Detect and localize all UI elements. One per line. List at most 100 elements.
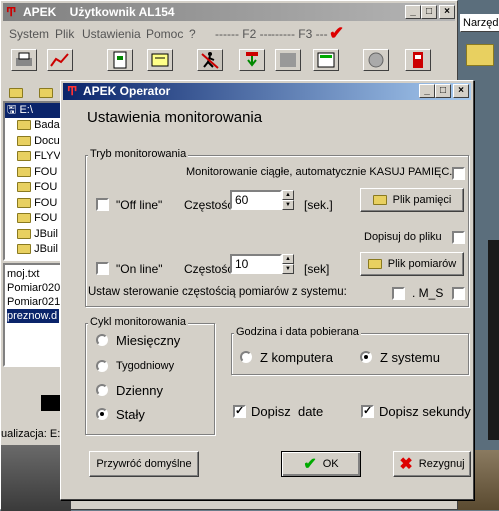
settings-dialog: Ͳ APEK Operator _ □ × Ustawienia monitor… bbox=[60, 80, 474, 500]
dialog-logo-icon: Ͳ bbox=[67, 84, 78, 98]
cycle-label-weekly: Tygodniowy bbox=[116, 360, 175, 372]
cycle-radio-daily[interactable] bbox=[96, 384, 108, 396]
offline-freq-input[interactable]: 60 bbox=[230, 190, 282, 210]
folder-icon bbox=[17, 135, 31, 146]
offline-checkbox[interactable] bbox=[96, 198, 109, 211]
document-icon[interactable] bbox=[107, 49, 133, 71]
folder-item[interactable]: JBuil bbox=[17, 227, 61, 243]
transfer-icon[interactable] bbox=[275, 49, 301, 71]
cycle-radio-constant[interactable] bbox=[96, 408, 108, 420]
system-control-label: Ustaw sterowanie częstością pomiarów z s… bbox=[88, 286, 347, 298]
main-titlebar: Ͳ APEK Użytkownik AL154 _ □ × bbox=[3, 3, 455, 21]
cycle-radio-monthly[interactable] bbox=[96, 334, 108, 346]
system-control-checkbox[interactable] bbox=[392, 287, 405, 300]
append-date-label: Dopisz date bbox=[251, 404, 324, 419]
from-system-radio[interactable] bbox=[360, 351, 372, 363]
file-list[interactable]: moj.txt Pomiar020 Pomiar021 preznow.d bbox=[3, 263, 63, 367]
menu-plik[interactable]: Plik bbox=[55, 27, 74, 41]
folder-list: Bada Docu FLYV FOU FOU FOU FOU JBuil JBu… bbox=[5, 118, 61, 258]
menu-f3[interactable]: ------ F3 --- bbox=[271, 27, 328, 41]
offline-freq-value: 60 bbox=[235, 193, 249, 207]
menu-f2[interactable]: ------ F2 --- bbox=[215, 27, 272, 41]
minimize-button[interactable]: _ bbox=[405, 5, 421, 19]
file-item[interactable]: moj.txt bbox=[7, 267, 59, 281]
download-icon[interactable] bbox=[239, 49, 265, 71]
folder-item[interactable]: Docu bbox=[17, 134, 61, 150]
calculator-icon[interactable] bbox=[313, 49, 339, 71]
menu-pomoc[interactable]: Pomoc bbox=[146, 27, 183, 41]
file-item-selected[interactable]: preznow.d bbox=[7, 309, 59, 323]
folder-label: Bada bbox=[34, 119, 60, 131]
folder-label: FOU bbox=[34, 165, 58, 178]
offline-spin-up[interactable]: ▲ bbox=[282, 190, 294, 200]
running-man-icon[interactable] bbox=[197, 49, 223, 71]
menu-help[interactable]: ? bbox=[189, 27, 196, 41]
folder-item[interactable]: FOU bbox=[17, 180, 61, 196]
ok-button[interactable]: ✔ OK bbox=[281, 451, 361, 477]
report-icon[interactable] bbox=[147, 49, 173, 71]
dialog-close-button[interactable]: × bbox=[453, 84, 469, 98]
maximize-button[interactable]: □ bbox=[421, 5, 437, 19]
globe-icon[interactable] bbox=[363, 49, 389, 71]
folder-icon bbox=[372, 195, 387, 205]
ms-checkbox[interactable] bbox=[452, 287, 465, 300]
cycle-label-daily: Dzienny bbox=[116, 383, 163, 398]
continuous-checkbox[interactable] bbox=[452, 167, 465, 180]
print-icon[interactable] bbox=[11, 49, 37, 71]
narzedzia-button[interactable]: Narzędzia bbox=[460, 14, 499, 32]
folder-item[interactable]: FLYV bbox=[17, 149, 61, 165]
folder-label: FLYV bbox=[34, 150, 61, 162]
exit-icon[interactable] bbox=[405, 49, 431, 71]
online-checkbox[interactable] bbox=[96, 262, 109, 275]
folder-icon[interactable] bbox=[466, 44, 494, 66]
tree-root-label: E:\ bbox=[19, 104, 33, 116]
menu-system[interactable]: System bbox=[9, 27, 49, 41]
measure-file-button[interactable]: Plik pomiarów bbox=[360, 252, 464, 276]
dialog-maximize-button[interactable]: □ bbox=[435, 84, 451, 98]
chart-icon[interactable] bbox=[47, 49, 73, 71]
cycle-radio-weekly[interactable] bbox=[96, 360, 108, 372]
online-spin-down[interactable]: ▼ bbox=[282, 264, 294, 274]
folder-label: FOU bbox=[34, 196, 58, 209]
from-computer-radio[interactable] bbox=[240, 351, 252, 363]
restore-defaults-button[interactable]: Przywróć domyślne bbox=[89, 451, 199, 477]
memory-file-button[interactable]: Plik pamięci bbox=[360, 188, 464, 212]
offline-freq-label: Częstość bbox=[184, 198, 234, 212]
append-file-checkbox[interactable] bbox=[452, 231, 465, 244]
folder-icon bbox=[17, 151, 31, 162]
file-item[interactable]: Pomiar020 bbox=[7, 281, 60, 295]
folder-tree[interactable]: 🖫 E:\ Bada Docu FLYV FOU FOU FOU FOU JBu… bbox=[3, 101, 63, 261]
folder-item[interactable]: Bada bbox=[17, 118, 61, 134]
from-computer-label: Z komputera bbox=[260, 350, 333, 365]
dialog-minimize-button[interactable]: _ bbox=[419, 84, 435, 98]
online-spin-up[interactable]: ▲ bbox=[282, 254, 294, 264]
online-freq-input[interactable]: 10 bbox=[230, 254, 282, 274]
folder-item[interactable]: FOU bbox=[17, 196, 61, 212]
append-seconds-checkbox[interactable]: ✓ bbox=[361, 405, 374, 418]
folder-item[interactable]: FOU bbox=[17, 211, 61, 227]
dialog-heading: Ustawienia monitorowania bbox=[87, 109, 263, 126]
dialog-titlebar: Ͳ APEK Operator _ □ × bbox=[63, 83, 471, 100]
close-button[interactable]: × bbox=[439, 5, 455, 19]
narzedzia-label: Narzędzia bbox=[463, 17, 499, 29]
offline-unit: [sek.] bbox=[304, 198, 333, 212]
online-label: "On line" bbox=[116, 262, 163, 276]
folder-item[interactable]: FOU bbox=[17, 165, 61, 181]
folder-item[interactable]: JBuil bbox=[17, 242, 61, 258]
folder-icon bbox=[17, 228, 31, 239]
append-date-checkbox[interactable]: ✓ bbox=[233, 405, 246, 418]
checkmark-icon: ✔ bbox=[329, 23, 345, 43]
folder-new-icon[interactable] bbox=[39, 85, 53, 99]
tree-root[interactable]: 🖫 E:\ bbox=[5, 103, 61, 118]
online-unit: [sek] bbox=[304, 262, 330, 276]
cycle-group: Cykl monitorowania Miesięczny Tygodniowy… bbox=[85, 316, 215, 435]
folder-label: JBuil bbox=[34, 227, 58, 240]
menu-ustawienia[interactable]: Ustawienia bbox=[82, 27, 141, 41]
file-item[interactable]: Pomiar021 bbox=[7, 295, 60, 309]
cancel-button[interactable]: ✖ Rezygnuj bbox=[393, 451, 471, 477]
folder-open-icon[interactable] bbox=[9, 85, 23, 99]
offline-spin-down[interactable]: ▼ bbox=[282, 200, 294, 210]
cancel-x-icon: ✖ bbox=[399, 456, 413, 473]
online-freq-value: 10 bbox=[235, 257, 249, 271]
dialog-title: APEK Operator bbox=[83, 84, 171, 98]
